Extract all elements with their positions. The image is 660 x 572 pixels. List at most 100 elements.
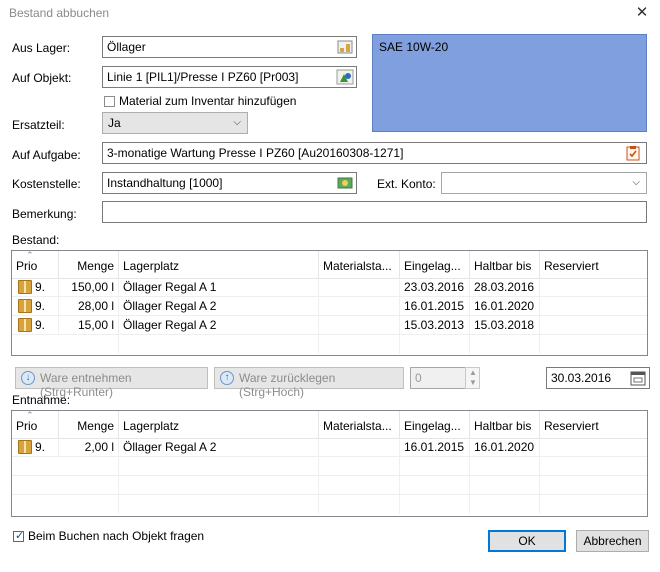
column-header-menge[interactable]: Menge (59, 411, 119, 439)
column-header-haltbar[interactable]: Haltbar bis (470, 251, 540, 279)
empty-cell (59, 476, 119, 495)
ersatzteil-select[interactable]: Ja ⌵ (102, 112, 248, 134)
cell-eingelagert: 15.03.2013 (400, 316, 470, 335)
empty-cell (59, 457, 119, 476)
object-picker-icon[interactable] (336, 69, 354, 85)
column-header-materialstatus[interactable]: Materialsta... (319, 411, 400, 439)
ware-entnehmen-button[interactable]: ↓ Ware entnehmen (Strg+Runter) (15, 367, 208, 399)
cell-lagerplatz: Öllager Regal A 1 (119, 278, 319, 297)
auf-objekt-label: Auf Objekt: (12, 71, 72, 85)
kostenstelle-field[interactable]: Instandhaltung [1000] (102, 172, 357, 194)
ext-konto-label: Ext. Konto: (377, 177, 436, 191)
quantity-stepper[interactable]: ▲ ▼ (465, 367, 480, 389)
kostenstelle-value: Instandhaltung [1000] (107, 176, 223, 190)
column-header-lagerplatz[interactable]: Lagerplatz (119, 411, 319, 439)
cell-eingelagert: 16.01.2015 (400, 438, 470, 457)
kostenstelle-label: Kostenstelle: (12, 177, 81, 191)
table-row[interactable]: 9. 28,00 l Öllager Regal A 2 16.01.2015 … (12, 297, 647, 316)
column-header-menge[interactable]: Menge (59, 251, 119, 279)
cell-haltbar: 28.03.2016 (470, 278, 540, 297)
material-panel: SAE 10W-20 (372, 34, 647, 132)
cancel-button[interactable]: Abbrechen (576, 530, 649, 552)
column-header-reserviert[interactable]: Reserviert (540, 251, 647, 279)
bemerkung-label: Bemerkung: (12, 207, 77, 221)
bestand-grid[interactable]: ⌃ Prio Menge Lagerplatz Materialsta... E… (11, 250, 648, 356)
auf-aufgabe-value: 3-monatige Wartung Presse I PZ60 [Au2016… (107, 146, 404, 160)
calendar-icon[interactable] (630, 370, 646, 386)
cell-reserviert (540, 438, 647, 457)
ersatzteil-value: Ja (108, 116, 121, 130)
close-icon[interactable]: ✕ (632, 4, 652, 22)
ask-object-label: Beim Buchen nach Objekt fragen (28, 529, 205, 543)
date-field[interactable]: 30.03.2016 (546, 367, 650, 389)
empty-cell (319, 335, 400, 354)
empty-cell (470, 495, 540, 514)
package-icon (18, 280, 32, 294)
column-header-lagerplatz[interactable]: Lagerplatz (119, 251, 319, 279)
stepper-up-icon[interactable]: ▲ (469, 368, 477, 377)
empty-cell (400, 495, 470, 514)
auf-aufgabe-field[interactable]: 3-monatige Wartung Presse I PZ60 [Au2016… (102, 142, 647, 164)
ware-zuruecklegen-button[interactable]: ↑ Ware zurücklegen (Strg+Hoch) (214, 367, 404, 399)
date-value: 30.03.2016 (551, 371, 612, 385)
cell-reserviert (540, 316, 647, 335)
material-inventar-label: Material zum Inventar hinzufügen (119, 94, 297, 108)
column-header-materialstatus[interactable]: Materialsta... (319, 251, 400, 279)
cell-prio: 9. (32, 278, 59, 297)
cell-menge: 150,00 l (59, 278, 119, 297)
chevron-down-icon: ⌵ (233, 117, 241, 128)
cost-center-picker-icon[interactable] (336, 175, 354, 191)
auf-objekt-field[interactable]: Linie 1 [PIL1]/Presse I PZ60 [Pr003] (102, 66, 357, 88)
empty-cell (119, 495, 319, 514)
column-header-prio[interactable]: Prio (12, 251, 59, 279)
column-header-eingelagert[interactable]: Eingelag... (400, 411, 470, 439)
table-row[interactable]: 9. 2,00 l Öllager Regal A 2 16.01.2015 1… (12, 438, 647, 457)
ask-object-checkbox[interactable] (13, 529, 24, 542)
empty-cell (470, 335, 540, 354)
task-picker-icon[interactable] (624, 145, 642, 161)
window-title: Bestand abbuchen (9, 6, 110, 20)
quantity-input[interactable]: 0 (410, 367, 466, 389)
aus-lager-field[interactable]: Öllager (102, 36, 357, 58)
empty-cell (400, 476, 470, 495)
column-header-prio[interactable]: Prio (12, 411, 59, 439)
cell-menge: 2,00 l (59, 438, 119, 457)
bestand-grid-header: ⌃ Prio Menge Lagerplatz Materialsta... E… (12, 251, 647, 279)
cell-menge: 28,00 l (59, 297, 119, 316)
empty-cell (470, 476, 540, 495)
empty-cell (119, 457, 319, 476)
bestand-label: Bestand: (12, 233, 60, 247)
storage-picker-icon[interactable] (336, 39, 354, 55)
chevron-down-icon: ⌵ (632, 177, 640, 188)
package-icon (18, 318, 32, 332)
empty-cell (59, 495, 119, 514)
ok-button[interactable]: OK (488, 530, 566, 552)
ext-konto-select[interactable]: ⌵ (441, 172, 647, 194)
arrow-down-icon: ↓ (21, 371, 35, 385)
cell-reserviert (540, 297, 647, 316)
material-name: SAE 10W-20 (379, 40, 449, 54)
empty-cell (319, 457, 400, 476)
cell-prio: 9. (32, 316, 59, 335)
material-inventar-checkbox[interactable] (104, 96, 115, 107)
empty-cell (319, 476, 400, 495)
cell-prio: 9. (32, 438, 59, 457)
empty-cell (470, 457, 540, 476)
cell-eingelagert: 23.03.2016 (400, 278, 470, 297)
table-row[interactable]: 9. 150,00 l Öllager Regal A 1 23.03.2016… (12, 278, 647, 297)
cell-lagerplatz: Öllager Regal A 2 (119, 316, 319, 335)
column-header-reserviert[interactable]: Reserviert (540, 411, 647, 439)
cell-materialstatus (319, 278, 400, 297)
column-header-haltbar[interactable]: Haltbar bis (470, 411, 540, 439)
empty-cell (119, 335, 319, 354)
ersatzteil-label: Ersatzteil: (12, 118, 65, 132)
empty-row (12, 457, 647, 476)
entnahme-label: Entnahme: (12, 393, 71, 407)
entnahme-grid[interactable]: ⌃ Prio Menge Lagerplatz Materialsta... E… (11, 410, 648, 517)
empty-row (12, 495, 647, 514)
column-header-eingelagert[interactable]: Eingelag... (400, 251, 470, 279)
cell-materialstatus (319, 316, 400, 335)
stepper-down-icon[interactable]: ▼ (469, 378, 477, 387)
table-row[interactable]: 9. 15,00 l Öllager Regal A 2 15.03.2013 … (12, 316, 647, 335)
bemerkung-input[interactable] (102, 201, 647, 223)
